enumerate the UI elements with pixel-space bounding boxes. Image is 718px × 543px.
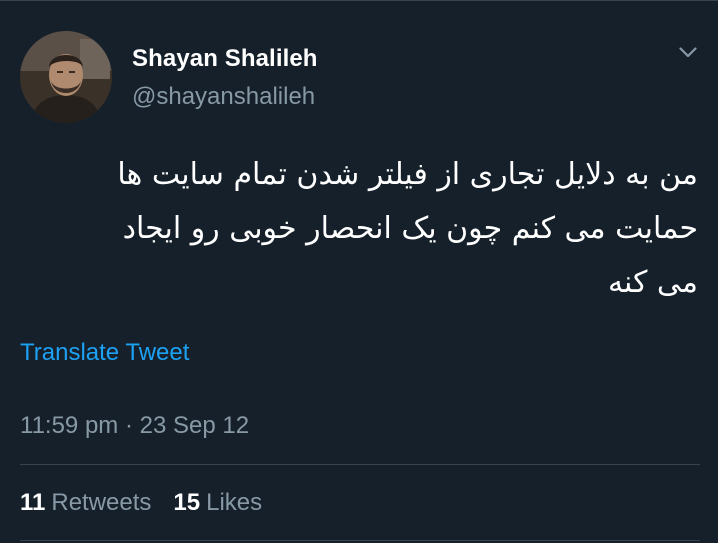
likes-stat[interactable]: 15 Likes bbox=[173, 489, 262, 517]
tweet-menu-button[interactable] bbox=[676, 42, 700, 62]
tweet-text: من به دلایل تجاری از فیلتر شدن تمام سایت… bbox=[20, 148, 698, 310]
tweet-text-line: من به دلایل تجاری از فیلتر شدن تمام سایت… bbox=[117, 157, 698, 192]
user-handle[interactable]: @shayanshalileh bbox=[132, 83, 315, 111]
likes-count: 15 bbox=[173, 489, 201, 516]
tweet-timestamp[interactable]: 11:59 pm · 23 Sep 12 bbox=[20, 412, 249, 440]
tweet-text-line: می کنه bbox=[607, 265, 698, 300]
likes-label: Likes bbox=[206, 489, 263, 516]
top-divider bbox=[0, 0, 718, 1]
retweets-label: Retweets bbox=[51, 489, 152, 516]
display-name[interactable]: Shayan Shalileh bbox=[132, 45, 318, 73]
avatar-image bbox=[20, 31, 112, 123]
translate-tweet-link[interactable]: Translate Tweet bbox=[20, 339, 189, 367]
divider bbox=[20, 540, 700, 541]
engagement-stats: 11 Retweets 15 Likes bbox=[20, 489, 262, 517]
avatar[interactable] bbox=[20, 31, 112, 123]
divider bbox=[20, 464, 700, 465]
retweets-stat[interactable]: 11 Retweets bbox=[20, 489, 151, 517]
tweet-text-line: حمایت می کنم چون یک انحصار خوبی رو ایجاد bbox=[122, 211, 698, 246]
chevron-down-icon bbox=[679, 46, 697, 57]
retweets-count: 11 bbox=[20, 489, 46, 516]
